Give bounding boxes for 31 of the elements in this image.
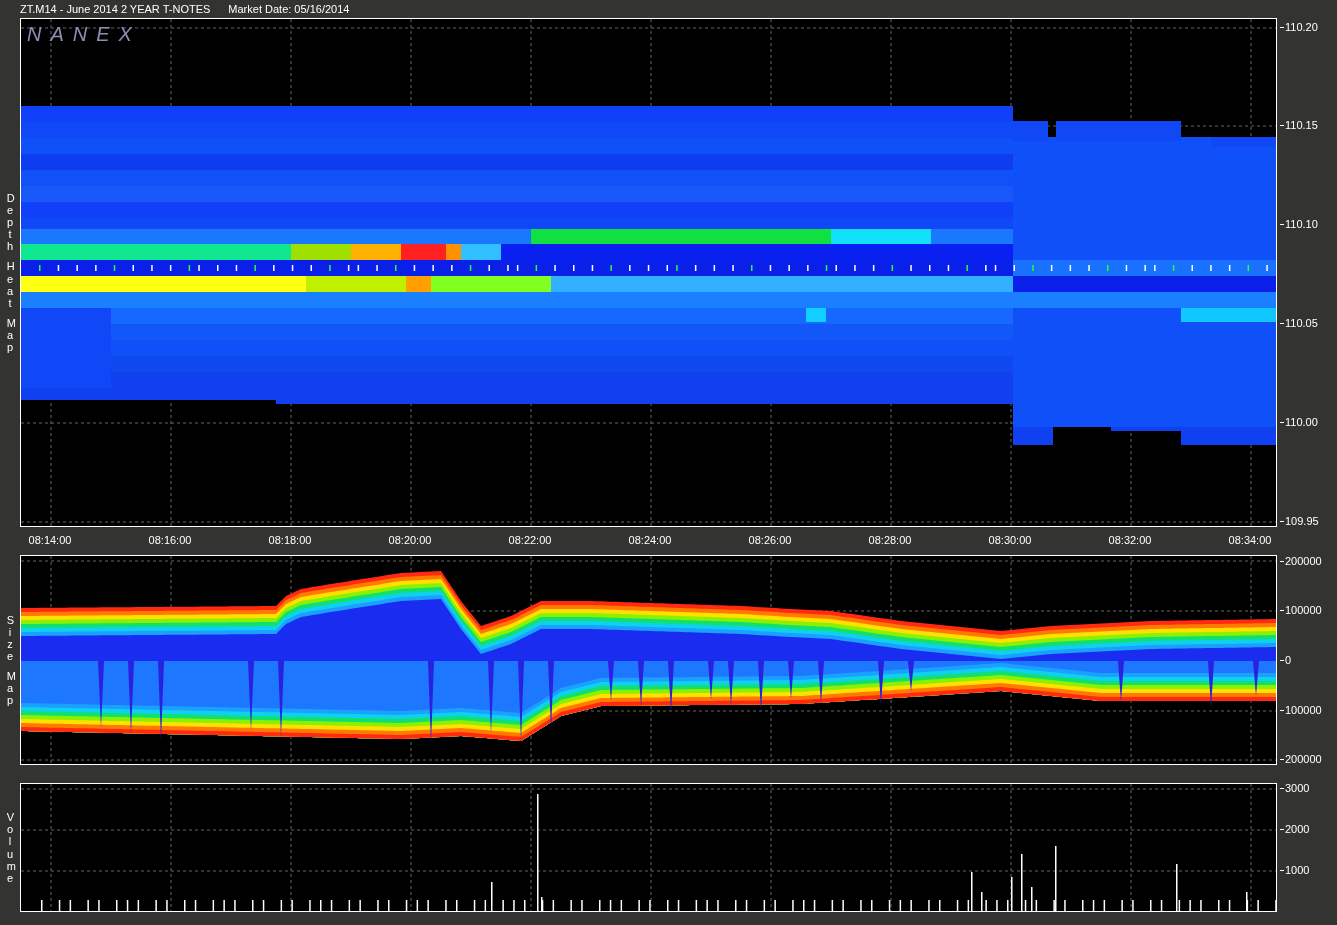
axis-tick-label: 100000 xyxy=(1285,704,1322,716)
time-label: 08:32:00 xyxy=(1108,534,1152,546)
time-label: 08:28:00 xyxy=(868,534,912,546)
axis-tick-label: 110.00 xyxy=(1285,416,1318,428)
time-label: 08:14:00 xyxy=(28,534,72,546)
time-label: 08:16:00 xyxy=(148,534,192,546)
axis-tick-label: 200000 xyxy=(1285,753,1322,765)
axis-tick-label: 1000 xyxy=(1285,864,1310,876)
axis-tick-label: 2000 xyxy=(1285,823,1310,835)
axis-tick-label: 110.10 xyxy=(1285,218,1318,230)
axis-tick-label: 200000 xyxy=(1285,555,1322,567)
axis-tick-label: 100000 xyxy=(1285,604,1322,616)
axis-tick-label: 110.20 xyxy=(1285,21,1318,33)
instrument-title: ZT.M14 - June 2014 2 YEAR T-NOTES xyxy=(20,3,211,15)
time-label: 08:26:00 xyxy=(748,534,792,546)
watermark-logo: NANEX xyxy=(27,23,141,46)
axis-title: Depth Heat Map xyxy=(5,191,16,354)
axis-tick-label: 110.15 xyxy=(1285,119,1318,131)
axis-title: Size Map xyxy=(5,613,16,707)
time-label: 08:34:00 xyxy=(1228,534,1272,546)
time-label: 08:18:00 xyxy=(268,534,312,546)
axis-tick-label: 0 xyxy=(1285,654,1292,666)
axis-tick-label: 3000 xyxy=(1285,782,1310,794)
axis-tick-label: 109.95 xyxy=(1285,515,1319,527)
time-label: 08:30:00 xyxy=(988,534,1032,546)
time-label: 08:20:00 xyxy=(388,534,432,546)
market-date: Market Date: 05/16/2014 xyxy=(228,3,350,15)
time-label: 08:24:00 xyxy=(628,534,672,546)
axis-tick-label: 110.05 xyxy=(1285,317,1318,329)
axis-title: Volume xyxy=(5,811,16,884)
time-label: 08:22:00 xyxy=(508,534,552,546)
